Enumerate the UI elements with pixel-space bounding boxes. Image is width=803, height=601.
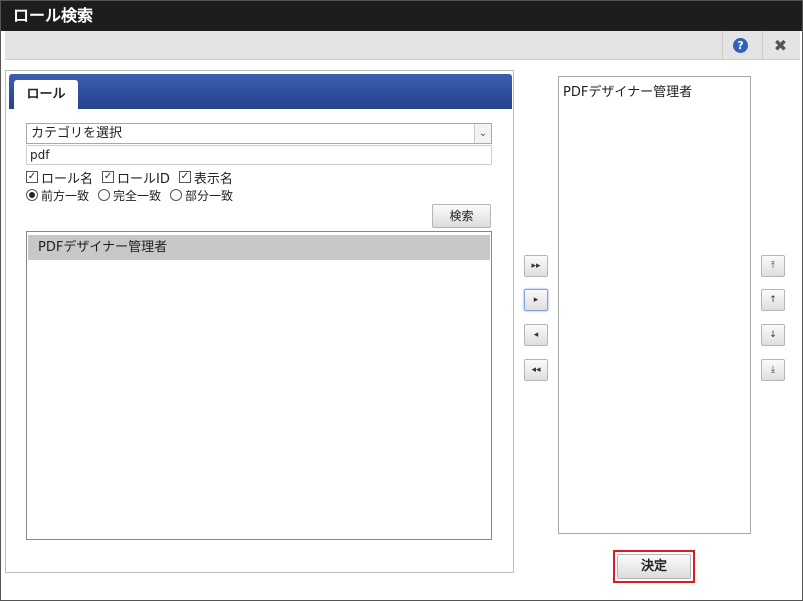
checkbox-checked-icon: ✓: [102, 171, 115, 183]
category-select[interactable]: カテゴリを選択 ⌄: [26, 123, 492, 144]
radio-label: 前方一致: [41, 188, 90, 203]
arrow-down-icon: ↓: [769, 330, 777, 340]
move-top-icon: ⤒: [771, 261, 775, 271]
close-icon: ✖: [773, 35, 788, 55]
search-result-list[interactable]: PDFデザイナー管理者: [26, 231, 492, 540]
checkbox-label: 表示名: [193, 171, 233, 187]
match-mode-radios: 前方一致 完全一致 部分一致: [26, 187, 242, 203]
move-bottom-icon: ⤓: [771, 365, 775, 375]
search-panel: ロール カテゴリを選択 ⌄ ✓ ロール名 ✓ ロールID ✓ 表示名: [5, 70, 514, 573]
list-item[interactable]: PDFデザイナー管理者: [559, 77, 750, 104]
checkbox-role-name[interactable]: ✓ ロール名: [26, 168, 93, 187]
arrow-left-icon: ◂: [533, 330, 539, 340]
decide-button[interactable]: 決定: [617, 554, 691, 579]
radio-exact-match[interactable]: 完全一致: [98, 187, 161, 204]
checkbox-display-name[interactable]: ✓ 表示名: [178, 168, 233, 187]
radio-prefix-match[interactable]: 前方一致: [26, 187, 89, 204]
chevron-down-icon: ⌄: [474, 124, 491, 143]
radio-unselected-icon: [170, 189, 183, 201]
checkbox-role-id[interactable]: ✓ ロールID: [102, 168, 170, 187]
search-target-checkboxes: ✓ ロール名 ✓ ロールID ✓ 表示名: [26, 168, 242, 187]
dialog-title: ロール検索: [1, 1, 802, 31]
move-down-button[interactable]: ↓: [761, 324, 785, 346]
dialog-toolbar: ? ✖: [5, 31, 800, 60]
tab-role[interactable]: ロール: [14, 80, 78, 110]
keyword-input[interactable]: [26, 145, 492, 165]
radio-selected-icon: [26, 189, 38, 201]
arrow-right-icon: ▸: [533, 295, 539, 305]
double-arrow-left-icon: ◂◂: [531, 365, 541, 375]
search-button[interactable]: 検索: [432, 204, 491, 228]
add-all-button[interactable]: ▸▸: [524, 255, 548, 277]
category-select-value: カテゴリを選択: [31, 126, 123, 141]
move-up-button[interactable]: ↑: [761, 289, 785, 311]
list-item[interactable]: PDFデザイナー管理者: [28, 235, 490, 260]
radio-partial-match[interactable]: 部分一致: [170, 187, 233, 204]
remove-all-button[interactable]: ◂◂: [524, 359, 548, 381]
radio-unselected-icon: [98, 189, 111, 201]
radio-label: 部分一致: [185, 188, 234, 203]
close-button[interactable]: ✖: [762, 31, 798, 60]
move-top-button[interactable]: ⤒: [761, 255, 785, 277]
remove-button[interactable]: ◂: [524, 324, 548, 346]
move-bottom-button[interactable]: ⤓: [761, 359, 785, 381]
checkbox-checked-icon: ✓: [26, 171, 38, 183]
tab-bar: ロール: [9, 74, 512, 110]
add-button[interactable]: ▸: [524, 289, 548, 311]
role-search-dialog: ロール検索 ? ✖ ロール カテゴリを選択 ⌄ ✓ ロール名 ✓ ロールID: [0, 0, 803, 601]
decide-button-highlight[interactable]: 決定: [613, 550, 695, 583]
arrow-up-icon: ↑: [769, 295, 777, 305]
radio-label: 完全一致: [113, 188, 162, 203]
double-arrow-right-icon: ▸▸: [531, 261, 541, 271]
checkbox-label: ロール名: [41, 171, 94, 187]
checkbox-label: ロールID: [117, 171, 170, 187]
help-icon: ?: [733, 38, 748, 53]
selected-role-list[interactable]: PDFデザイナー管理者: [558, 76, 751, 534]
checkbox-checked-icon: ✓: [178, 171, 191, 183]
help-button[interactable]: ?: [722, 31, 758, 60]
